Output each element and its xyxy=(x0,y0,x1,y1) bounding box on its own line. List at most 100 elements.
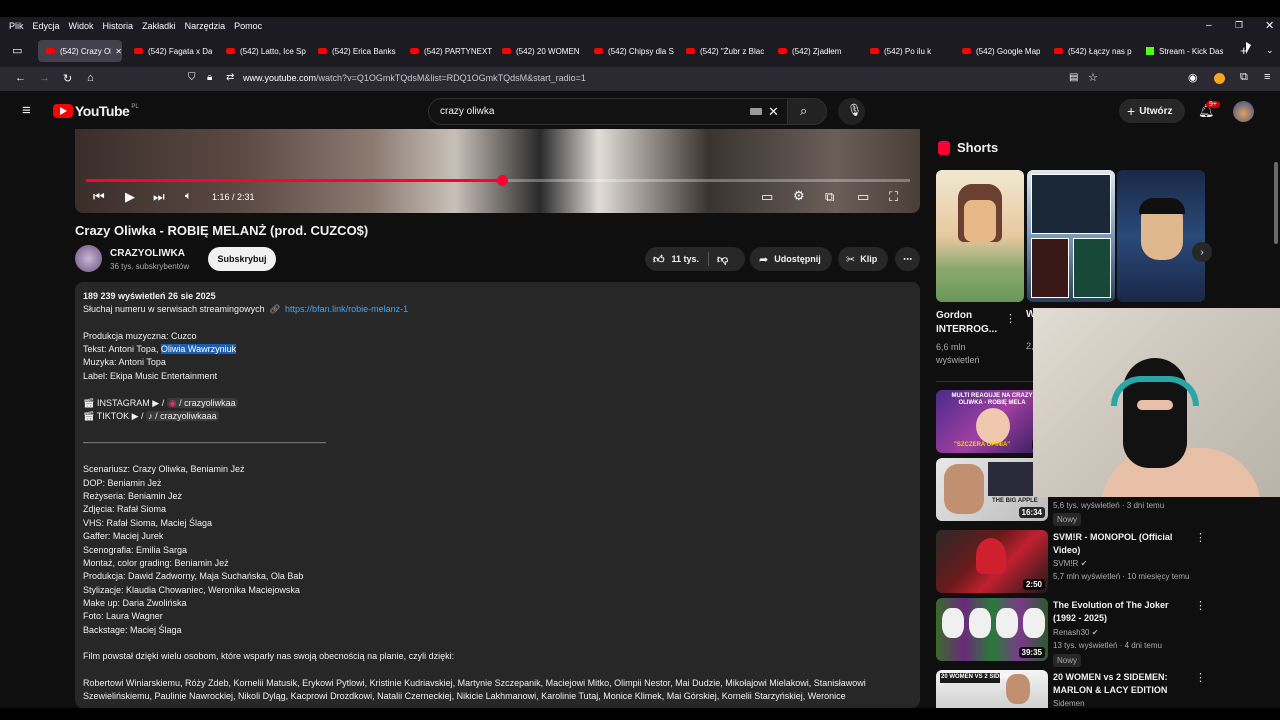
instagram-link[interactable]: ◉ / crazyoliwkaa xyxy=(166,398,238,408)
tiktok-link[interactable]: ♪ / crazyoliwkaaa xyxy=(146,411,219,421)
tab-close-icon[interactable]: ✕ xyxy=(115,47,122,56)
minimize-icon[interactable]: – xyxy=(1206,20,1212,31)
video-channel[interactable]: SVM!R ✔ xyxy=(1053,559,1087,568)
forward-icon[interactable]: → xyxy=(39,72,50,84)
video-channel[interactable]: Sidemen xyxy=(1053,699,1085,708)
tab-zjadlem[interactable]: (542) Zjadłem xyxy=(770,40,860,62)
window-close-icon[interactable]: ✕ xyxy=(1265,19,1274,32)
short-thumbnail[interactable] xyxy=(936,170,1024,302)
voice-search-button[interactable]: 🎙︎ xyxy=(838,98,865,125)
home-icon[interactable]: ⌂ xyxy=(87,72,94,84)
video-title[interactable]: SVM!R - MONOPOL (Official Video) xyxy=(1053,531,1193,557)
video-menu-kebab-icon[interactable]: ⋮ xyxy=(1195,531,1206,544)
menu-zakladki[interactable]: Zakładki xyxy=(142,21,176,31)
play-icon[interactable]: ▶ xyxy=(125,189,135,205)
account-icon[interactable]: ◉ xyxy=(1188,71,1198,84)
stream-link[interactable]: https://bfan.link/robie-melanz-1 xyxy=(285,304,408,314)
theater-mode-icon[interactable]: ▭ xyxy=(857,189,869,205)
menu-widok[interactable]: Widok xyxy=(69,21,94,31)
screen-top-edge xyxy=(0,0,1280,17)
like-icon[interactable]: 👍︎ xyxy=(653,253,665,266)
tab-zubr[interactable]: (542) "Żubr z Blac xyxy=(678,40,768,62)
url-text[interactable]: www.youtube.com/watch?v=Q1OGmkTQdsM&list… xyxy=(243,73,586,83)
search-input[interactable]: crazy oliwka xyxy=(440,106,494,117)
youtube-logo[interactable]: YouTube PL xyxy=(53,103,139,119)
thumbnail-text: THE BIG APPLE xyxy=(992,498,1038,504)
keyboard-icon[interactable] xyxy=(750,108,762,115)
tab-google-map[interactable]: (542) Google Map xyxy=(954,40,1044,62)
miniplayer-icon[interactable]: ⧉ xyxy=(825,189,834,205)
youtube-favicon-icon xyxy=(1054,48,1063,54)
video-thumbnail[interactable]: MULTI REAGUJE NA CRAZY OLIWKA - ROBIĘ ME… xyxy=(936,390,1048,453)
restore-icon[interactable]: ❐ xyxy=(1235,20,1243,31)
subtitles-icon[interactable]: ▭ xyxy=(761,189,773,205)
shorts-next-chevron-icon[interactable]: › xyxy=(1192,242,1212,262)
video-thumbnail[interactable]: 2:50 xyxy=(936,530,1048,593)
page-scrollbar-thumb[interactable] xyxy=(1274,162,1278,244)
search-button[interactable]: ⌕ xyxy=(787,98,827,125)
tab-fagata[interactable]: (542) Fagata x Da xyxy=(126,40,216,62)
next-icon[interactable]: ⏭ xyxy=(153,189,165,205)
guide-menu-icon[interactable]: ≡ xyxy=(22,102,31,119)
tab-latto[interactable]: (542) Latto, Ice Sp xyxy=(218,40,308,62)
short-thumbnail[interactable] xyxy=(1117,170,1205,302)
create-button[interactable]: + Utwórz xyxy=(1119,99,1185,123)
credit-line: Montaż, color grading: Beniamin Jeż xyxy=(83,558,229,568)
video-title[interactable]: 20 WOMEN vs 2 SIDEMEN: MARLON & LACY EDI… xyxy=(1053,671,1193,697)
tab-list-icon[interactable]: ▭ xyxy=(12,44,22,57)
extension-icon[interactable] xyxy=(1214,73,1225,84)
youtube-favicon-icon xyxy=(410,48,419,54)
short-title[interactable]: Gordon INTERROG... xyxy=(936,309,997,337)
volume-icon[interactable]: 🔈︎ xyxy=(185,190,192,203)
short-thumbnail[interactable] xyxy=(1027,170,1115,302)
video-channel[interactable]: Renash30 ✔ xyxy=(1053,628,1098,637)
menu-edycja[interactable]: Edycja xyxy=(33,21,60,31)
channel-avatar[interactable] xyxy=(75,245,102,272)
menu-plik[interactable]: Plik xyxy=(9,21,24,31)
video-menu-kebab-icon[interactable]: ⋮ xyxy=(1195,599,1206,612)
lock-icon[interactable]: 🔒︎ xyxy=(207,72,212,83)
search-box[interactable]: crazy oliwka ✕ xyxy=(428,98,788,125)
fullscreen-icon[interactable]: ⛶ xyxy=(889,189,898,205)
tab-partynext[interactable]: (542) PARTYNEXT xyxy=(402,40,492,62)
selected-text: Oliwia Wawrzyniuk xyxy=(160,344,237,354)
video-thumbnail[interactable]: THE BIG APPLE 16:34 xyxy=(936,458,1048,521)
subscribe-button[interactable]: Subskrybuj xyxy=(208,247,276,271)
tab-20-women[interactable]: (542) 20 WOMEN xyxy=(494,40,584,62)
video-thumbnail[interactable]: 39:35 xyxy=(936,598,1048,661)
tab-overflow-chevron-icon[interactable]: ⌄ xyxy=(1266,45,1274,56)
channel-name[interactable]: CRAZYOLIWKA xyxy=(110,248,185,259)
previous-icon[interactable]: ⏮ xyxy=(93,189,105,205)
more-actions-button[interactable]: ⋯ xyxy=(895,247,920,271)
back-icon[interactable]: ← xyxy=(15,72,26,84)
tracking-shield-icon[interactable]: ⛉ xyxy=(188,72,196,83)
menu-narzedzia[interactable]: Narzędzia xyxy=(185,21,226,31)
short-menu-kebab-icon[interactable]: ⋮ xyxy=(1005,312,1016,325)
reload-icon[interactable]: ↻ xyxy=(63,72,72,85)
clip-button[interactable]: ✂ Klip xyxy=(838,247,888,271)
tab-laczy-nas[interactable]: (542) Łączy nas p xyxy=(1046,40,1136,62)
tab-po-ilu[interactable]: (542) Po ilu k xyxy=(862,40,952,62)
video-menu-kebab-icon[interactable]: ⋮ xyxy=(1195,671,1206,684)
video-title[interactable]: The Evolution of The Joker (1992 - 2025) xyxy=(1053,599,1193,625)
settings-gear-icon[interactable]: ⚙ xyxy=(793,188,805,204)
bookmark-star-icon[interactable]: ☆ xyxy=(1088,71,1098,84)
video-thumbnail[interactable]: 20 WOMEN VS 2 SIDEMEN xyxy=(936,670,1048,708)
reader-view-icon[interactable]: ▤ xyxy=(1069,72,1078,83)
video-duration: 16:34 xyxy=(1018,507,1045,518)
progress-bar[interactable] xyxy=(86,175,910,186)
tab-chipsy[interactable]: (542) Chipsy dla S xyxy=(586,40,676,62)
menu-pomoc[interactable]: Pomoc xyxy=(234,21,262,31)
menu-historia[interactable]: Historia xyxy=(103,21,134,31)
clear-search-icon[interactable]: ✕ xyxy=(768,104,779,120)
dislike-icon[interactable]: 👎︎ xyxy=(717,253,728,266)
tab-kick-stream[interactable]: Stream - Kick Das xyxy=(1138,40,1228,62)
hamburger-menu-icon[interactable]: ≡ xyxy=(1264,71,1270,83)
microphone-icon: 🎙︎ xyxy=(847,103,863,117)
extensions-puzzle-icon[interactable]: ⧉ xyxy=(1240,71,1248,84)
permissions-icon[interactable]: ⇄ xyxy=(226,72,234,83)
tab-erica-banks[interactable]: (542) Erica Banks xyxy=(310,40,400,62)
share-button[interactable]: ➦ Udostępnij xyxy=(750,247,832,271)
user-avatar[interactable] xyxy=(1233,101,1254,122)
tab-crazy-oliwka[interactable]: (542) Crazy Oli ✕ xyxy=(38,40,122,62)
